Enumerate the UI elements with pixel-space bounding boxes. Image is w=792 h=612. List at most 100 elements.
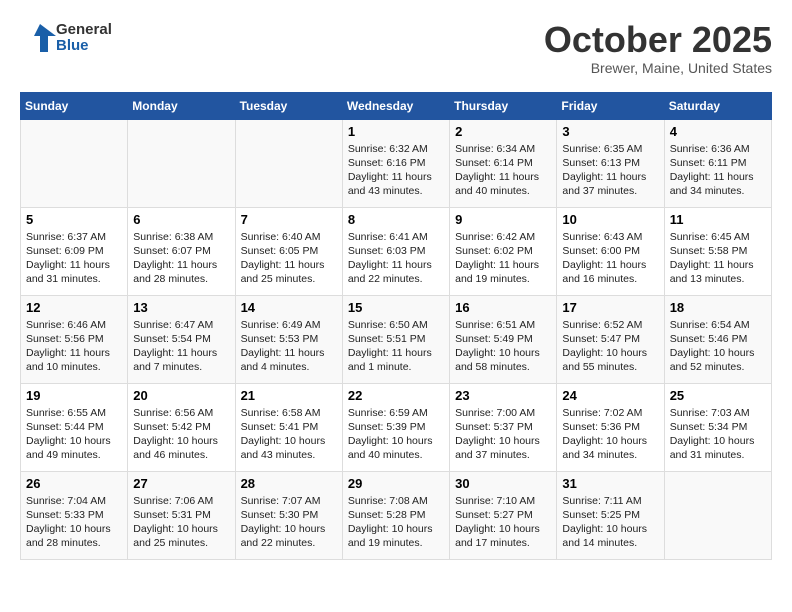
day-info: Sunrise: 7:06 AMSunset: 5:31 PMDaylight:… (133, 494, 229, 551)
title-block: October 2025 Brewer, Maine, United State… (544, 20, 772, 76)
calendar-cell: 2 Sunrise: 6:34 AMSunset: 6:14 PMDaylight… (450, 119, 557, 207)
day-info: Sunrise: 6:37 AMSunset: 6:09 PMDaylight:… (26, 230, 122, 287)
day-number: 10 (562, 212, 658, 227)
day-info: Sunrise: 7:04 AMSunset: 5:33 PMDaylight:… (26, 494, 122, 551)
day-info: Sunrise: 6:49 AMSunset: 5:53 PMDaylight:… (241, 318, 337, 375)
logo-words: General Blue (56, 22, 112, 55)
day-info: Sunrise: 6:38 AMSunset: 6:07 PMDaylight:… (133, 230, 229, 287)
calendar-cell: 20 Sunrise: 6:56 AMSunset: 5:42 PMDayligh… (128, 383, 235, 471)
day-info: Sunrise: 6:51 AMSunset: 5:49 PMDaylight:… (455, 318, 551, 375)
calendar-cell: 8 Sunrise: 6:41 AMSunset: 6:03 PMDaylight… (342, 207, 449, 295)
day-number: 7 (241, 212, 337, 227)
calendar-cell: 26Sunrise: 7:04 AMSunset: 5:33 PMDayligh… (21, 471, 128, 559)
day-info: Sunrise: 7:03 AMSunset: 5:34 PMDaylight:… (670, 406, 766, 463)
calendar-cell: 9Sunrise: 6:42 AMSunset: 6:02 PMDaylight… (450, 207, 557, 295)
calendar-cell: 23Sunrise: 7:00 AMSunset: 5:37 PMDayligh… (450, 383, 557, 471)
calendar-cell: 24 Sunrise: 7:02 AMSunset: 5:36 PMDayligh… (557, 383, 664, 471)
weekday-header-saturday: Saturday (664, 92, 771, 119)
calendar-cell: 17 Sunrise: 6:52 AMSunset: 5:47 PMDayligh… (557, 295, 664, 383)
day-info: Sunrise: 6:52 AMSunset: 5:47 PMDaylight:… (562, 318, 658, 375)
weekday-header-thursday: Thursday (450, 92, 557, 119)
day-number: 2 (455, 124, 551, 139)
day-number: 13 (133, 300, 229, 315)
day-number: 6 (133, 212, 229, 227)
day-info: Sunrise: 6:59 AMSunset: 5:39 PMDaylight:… (348, 406, 444, 463)
day-info: Sunrise: 7:08 AMSunset: 5:28 PMDaylight:… (348, 494, 444, 551)
day-info: Sunrise: 6:45 AMSunset: 5:58 PMDaylight:… (670, 230, 766, 287)
calendar-cell (664, 471, 771, 559)
day-number: 21 (241, 388, 337, 403)
day-number: 29 (348, 476, 444, 491)
day-info: Sunrise: 6:41 AMSunset: 6:03 PMDaylight:… (348, 230, 444, 287)
day-info: Sunrise: 6:34 AMSunset: 6:14 PMDaylight:… (455, 142, 551, 199)
weekday-header-monday: Monday (128, 92, 235, 119)
day-number: 17 (562, 300, 658, 315)
calendar-cell: 31 Sunrise: 7:11 AMSunset: 5:25 PMDayligh… (557, 471, 664, 559)
day-number: 24 (562, 388, 658, 403)
day-info: Sunrise: 6:40 AMSunset: 6:05 PMDaylight:… (241, 230, 337, 287)
weekday-header-row: SundayMondayTuesdayWednesdayThursdayFrid… (21, 92, 772, 119)
calendar-cell: 14 Sunrise: 6:49 AMSunset: 5:53 PMDayligh… (235, 295, 342, 383)
calendar-cell: 5 Sunrise: 6:37 AMSunset: 6:09 PMDaylight… (21, 207, 128, 295)
day-number: 28 (241, 476, 337, 491)
page-header: General Blue October 2025 Brewer, Maine,… (20, 20, 772, 76)
week-row-2: 5 Sunrise: 6:37 AMSunset: 6:09 PMDaylight… (21, 207, 772, 295)
week-row-3: 12 Sunrise: 6:46 AMSunset: 5:56 PMDayligh… (21, 295, 772, 383)
calendar-cell: 1 Sunrise: 6:32 AMSunset: 6:16 PMDaylight… (342, 119, 449, 207)
day-number: 16 (455, 300, 551, 315)
calendar-cell: 29 Sunrise: 7:08 AMSunset: 5:28 PMDayligh… (342, 471, 449, 559)
calendar-cell: 15 Sunrise: 6:50 AMSunset: 5:51 PMDayligh… (342, 295, 449, 383)
calendar-cell: 28 Sunrise: 7:07 AMSunset: 5:30 PMDayligh… (235, 471, 342, 559)
day-number: 27 (133, 476, 229, 491)
location: Brewer, Maine, United States (544, 60, 772, 76)
calendar-cell: 13Sunrise: 6:47 AMSunset: 5:54 PMDayligh… (128, 295, 235, 383)
day-info: Sunrise: 7:00 AMSunset: 5:37 PMDaylight:… (455, 406, 551, 463)
day-number: 1 (348, 124, 444, 139)
calendar-cell: 21Sunrise: 6:58 AMSunset: 5:41 PMDayligh… (235, 383, 342, 471)
weekday-header-sunday: Sunday (21, 92, 128, 119)
day-info: Sunrise: 6:32 AMSunset: 6:16 PMDaylight:… (348, 142, 444, 199)
calendar-cell (21, 119, 128, 207)
logo: General Blue (20, 20, 112, 56)
week-row-5: 26Sunrise: 7:04 AMSunset: 5:33 PMDayligh… (21, 471, 772, 559)
day-number: 8 (348, 212, 444, 227)
day-info: Sunrise: 6:50 AMSunset: 5:51 PMDaylight:… (348, 318, 444, 375)
day-number: 20 (133, 388, 229, 403)
calendar-cell: 7 Sunrise: 6:40 AMSunset: 6:05 PMDaylight… (235, 207, 342, 295)
calendar-cell: 27 Sunrise: 7:06 AMSunset: 5:31 PMDayligh… (128, 471, 235, 559)
day-number: 5 (26, 212, 122, 227)
logo-container: General Blue (20, 20, 112, 56)
day-info: Sunrise: 7:02 AMSunset: 5:36 PMDaylight:… (562, 406, 658, 463)
day-info: Sunrise: 6:35 AMSunset: 6:13 PMDaylight:… (562, 142, 658, 199)
week-row-1: 1 Sunrise: 6:32 AMSunset: 6:16 PMDaylight… (21, 119, 772, 207)
day-number: 3 (562, 124, 658, 139)
day-info: Sunrise: 7:07 AMSunset: 5:30 PMDaylight:… (241, 494, 337, 551)
day-number: 31 (562, 476, 658, 491)
logo-blue: Blue (56, 38, 112, 55)
calendar-cell: 19Sunrise: 6:55 AMSunset: 5:44 PMDayligh… (21, 383, 128, 471)
weekday-header-tuesday: Tuesday (235, 92, 342, 119)
month-title: October 2025 (544, 20, 772, 60)
calendar-cell: 16 Sunrise: 6:51 AMSunset: 5:49 PMDayligh… (450, 295, 557, 383)
calendar-cell (128, 119, 235, 207)
day-info: Sunrise: 6:42 AMSunset: 6:02 PMDaylight:… (455, 230, 551, 287)
day-number: 12 (26, 300, 122, 315)
day-number: 14 (241, 300, 337, 315)
day-number: 19 (26, 388, 122, 403)
calendar-cell: 10Sunrise: 6:43 AMSunset: 6:00 PMDayligh… (557, 207, 664, 295)
calendar-cell: 12 Sunrise: 6:46 AMSunset: 5:56 PMDayligh… (21, 295, 128, 383)
day-info: Sunrise: 7:10 AMSunset: 5:27 PMDaylight:… (455, 494, 551, 551)
day-info: Sunrise: 6:46 AMSunset: 5:56 PMDaylight:… (26, 318, 122, 375)
day-info: Sunrise: 6:56 AMSunset: 5:42 PMDaylight:… (133, 406, 229, 463)
calendar-cell: 3 Sunrise: 6:35 AMSunset: 6:13 PMDaylight… (557, 119, 664, 207)
day-number: 18 (670, 300, 766, 315)
logo-bird-icon (20, 20, 56, 56)
day-number: 4 (670, 124, 766, 139)
day-number: 11 (670, 212, 766, 227)
weekday-header-wednesday: Wednesday (342, 92, 449, 119)
calendar-cell: 18Sunrise: 6:54 AMSunset: 5:46 PMDayligh… (664, 295, 771, 383)
day-number: 25 (670, 388, 766, 403)
day-number: 15 (348, 300, 444, 315)
day-info: Sunrise: 7:11 AMSunset: 5:25 PMDaylight:… (562, 494, 658, 551)
weekday-header-friday: Friday (557, 92, 664, 119)
